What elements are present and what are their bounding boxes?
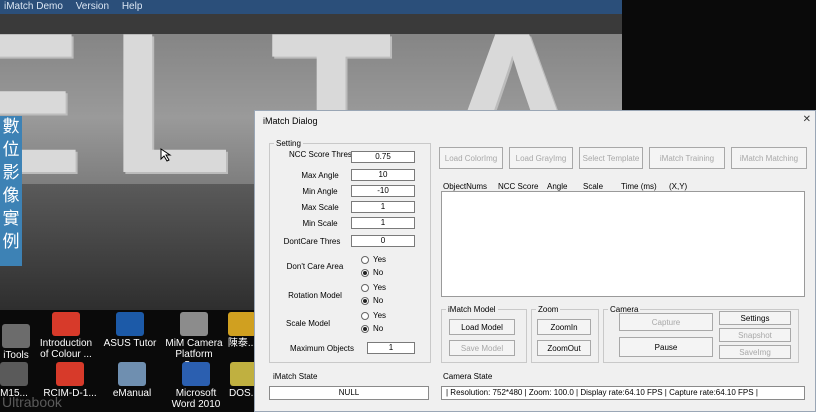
zoom-out-button[interactable]: ZoomOut bbox=[537, 340, 591, 356]
col-angle: Angle bbox=[547, 182, 568, 191]
banner-char: 像 bbox=[2, 186, 20, 206]
imatch-training-button[interactable]: iMatch Training bbox=[649, 147, 725, 169]
pause-button[interactable]: Pause bbox=[619, 337, 713, 357]
scale-model-label: Scale Model bbox=[285, 319, 331, 328]
camera-letter: L bbox=[110, 14, 232, 215]
ncc-threshold-input[interactable]: 0.75 bbox=[351, 151, 415, 163]
desktop-icon[interactable]: eManual bbox=[102, 362, 162, 399]
desktop-icon-label: Microsoft Word 2010 bbox=[171, 388, 221, 410]
banner-char: 數 bbox=[2, 117, 20, 137]
col-time: Time (ms) bbox=[621, 182, 657, 191]
desktop-icon[interactable]: Microsoft Word 2010 bbox=[166, 362, 226, 410]
saveimg-button[interactable]: SaveImg bbox=[719, 345, 791, 359]
desktop-icon[interactable]: ASUS Tutor bbox=[100, 312, 160, 349]
menu-help[interactable]: Help bbox=[122, 1, 143, 12]
dontcare-thres-label: DontCare Thres bbox=[283, 237, 341, 246]
col-ncc-score: NCC Score bbox=[498, 182, 539, 191]
rotation-no-radio[interactable]: No bbox=[361, 296, 383, 306]
results-list[interactable] bbox=[441, 191, 805, 297]
emanual-icon bbox=[118, 362, 146, 386]
pdf-icon bbox=[56, 362, 84, 386]
chinese-banner: 數 位 影 像 實 例 bbox=[0, 116, 22, 266]
scale-yes-radio[interactable]: Yes bbox=[361, 311, 386, 321]
capture-button[interactable]: Capture bbox=[619, 313, 713, 331]
mouse-cursor-icon bbox=[160, 148, 172, 162]
ultrabook-brand: Ultrabook bbox=[2, 394, 62, 410]
camera-state-label: Camera State bbox=[443, 372, 493, 381]
camera-state-value: | Resolution: 752*480 | Zoom: 100.0 | Di… bbox=[441, 386, 805, 400]
banner-char: 例 bbox=[2, 232, 20, 252]
select-template-button[interactable]: Select Template bbox=[579, 147, 643, 169]
imatch-state-label: iMatch State bbox=[273, 372, 318, 381]
banner-char: 影 bbox=[2, 163, 20, 183]
main-menu-bar: iMatch Demo Version Help bbox=[0, 0, 622, 14]
min-scale-label: Min Scale bbox=[302, 219, 338, 228]
imatch-matching-button[interactable]: iMatch Matching bbox=[731, 147, 807, 169]
tools-icon bbox=[2, 324, 30, 348]
menu-imatch-demo[interactable]: iMatch Demo bbox=[4, 1, 63, 12]
pdf-icon bbox=[52, 312, 80, 336]
file-icon bbox=[0, 362, 28, 386]
menu-version[interactable]: Version bbox=[76, 1, 109, 12]
min-scale-input[interactable]: 1 bbox=[351, 217, 415, 229]
dont-care-area-label: Don't Care Area bbox=[286, 262, 344, 271]
imatch-dialog: iMatch Dialog ✕ Setting NCC Score Thresh… bbox=[254, 110, 816, 412]
scale-no-radio[interactable]: No bbox=[361, 324, 383, 334]
col-scale: Scale bbox=[583, 182, 604, 191]
desktop-icon-label: Introduction of Colour ... bbox=[39, 338, 93, 360]
snapshot-button[interactable]: Snapshot bbox=[719, 328, 791, 342]
zoom-legend: Zoom bbox=[538, 305, 559, 314]
desktop-icon-label: eManual bbox=[112, 388, 152, 399]
max-objects-input[interactable]: 1 bbox=[367, 342, 415, 354]
imatch-model-legend: iMatch Model bbox=[448, 305, 496, 314]
desktop-icon[interactable]: Introduction of Colour ... bbox=[36, 312, 96, 360]
dont-care-yes-radio[interactable]: Yes bbox=[361, 255, 386, 265]
max-angle-input[interactable]: 10 bbox=[351, 169, 415, 181]
word-icon bbox=[182, 362, 210, 386]
max-scale-label: Max Scale bbox=[301, 203, 339, 212]
max-scale-input[interactable]: 1 bbox=[351, 201, 415, 213]
settings-button[interactable]: Settings bbox=[719, 311, 791, 325]
col-objectnums: ObjectNums bbox=[443, 182, 488, 191]
asus-tutor-icon bbox=[116, 312, 144, 336]
max-objects-label: Maximum Objects bbox=[289, 344, 354, 353]
dont-care-no-radio[interactable]: No bbox=[361, 268, 383, 278]
setting-legend: Setting bbox=[276, 139, 301, 148]
imatch-state-value: NULL bbox=[269, 386, 429, 400]
col-xy: (X,Y) bbox=[669, 182, 688, 191]
load-colorimg-button[interactable]: Load ColorImg bbox=[439, 147, 503, 169]
min-angle-input[interactable]: -10 bbox=[351, 185, 415, 197]
zoom-in-button[interactable]: ZoomIn bbox=[537, 319, 591, 335]
dialog-title: iMatch Dialog bbox=[263, 116, 318, 126]
banner-char: 位 bbox=[2, 140, 20, 160]
shortcut-icon bbox=[180, 312, 208, 336]
rotation-model-label: Rotation Model bbox=[288, 291, 342, 300]
close-icon[interactable]: ✕ bbox=[803, 114, 811, 125]
min-angle-label: Min Angle bbox=[302, 187, 338, 196]
load-grayimg-button[interactable]: Load GrayImg bbox=[509, 147, 573, 169]
desktop-icon-label: ASUS Tutor bbox=[103, 338, 157, 349]
banner-char: 實 bbox=[2, 209, 20, 229]
max-angle-label: Max Angle bbox=[301, 171, 339, 180]
folder-icon bbox=[228, 312, 256, 336]
rotation-yes-radio[interactable]: Yes bbox=[361, 283, 386, 293]
save-model-button[interactable]: Save Model bbox=[449, 340, 515, 356]
dontcare-thres-input[interactable]: 0 bbox=[351, 235, 415, 247]
load-model-button[interactable]: Load Model bbox=[449, 319, 515, 335]
